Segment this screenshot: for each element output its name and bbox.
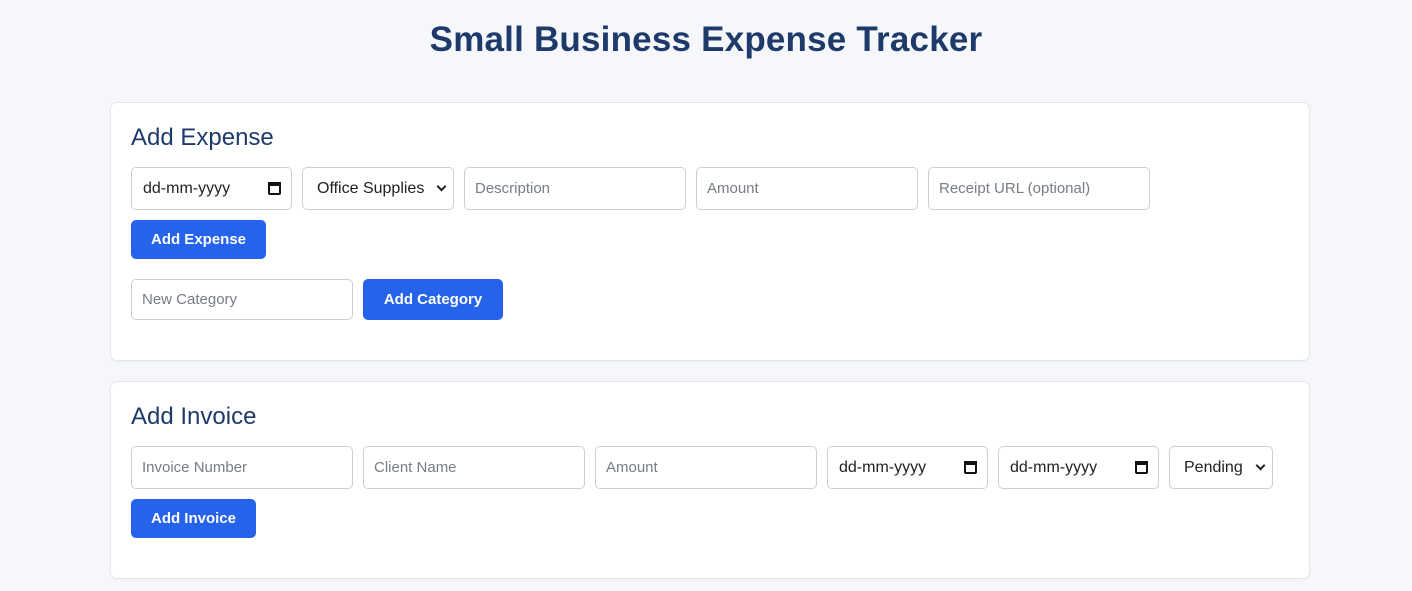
invoice-status-value: Pending (1184, 458, 1243, 476)
expense-date-text: dd-mm-yyyy (143, 179, 231, 197)
add-invoice-card: Add Invoice dd-mm-yyyy dd-mm-yyyy Pendin… (110, 381, 1310, 579)
page-title: Small Business Expense Tracker (429, 20, 983, 59)
calendar-icon[interactable] (964, 461, 977, 474)
invoice-status-select[interactable]: Pending (1169, 446, 1273, 489)
invoice-due-date-text: dd-mm-yyyy (1010, 458, 1098, 476)
add-invoice-heading: Add Invoice (131, 403, 257, 430)
client-name-input[interactable] (363, 446, 585, 489)
new-category-input[interactable] (131, 279, 353, 320)
invoice-amount-input[interactable] (595, 446, 817, 489)
expense-date-field[interactable]: dd-mm-yyyy (131, 167, 292, 210)
chevron-down-icon (436, 181, 447, 192)
calendar-icon[interactable] (1135, 461, 1148, 474)
invoice-due-date-field[interactable]: dd-mm-yyyy (998, 446, 1159, 489)
add-invoice-button[interactable]: Add Invoice (131, 499, 256, 538)
add-category-button[interactable]: Add Category (363, 279, 503, 320)
add-expense-button[interactable]: Add Expense (131, 220, 266, 259)
calendar-icon[interactable] (268, 182, 281, 195)
expense-description-input[interactable] (464, 167, 686, 210)
invoice-date-field[interactable]: dd-mm-yyyy (827, 446, 988, 489)
expense-category-value: Office Supplies (317, 179, 425, 197)
expense-amount-input[interactable] (696, 167, 918, 210)
expense-receipt-url-input[interactable] (928, 167, 1150, 210)
add-expense-card: Add Expense dd-mm-yyyy Office Supplies A… (110, 102, 1310, 361)
invoice-date-text: dd-mm-yyyy (839, 458, 927, 476)
invoice-number-input[interactable] (131, 446, 353, 489)
chevron-down-icon (1255, 460, 1266, 471)
add-expense-heading: Add Expense (131, 124, 274, 151)
expense-category-select[interactable]: Office Supplies (302, 167, 454, 210)
